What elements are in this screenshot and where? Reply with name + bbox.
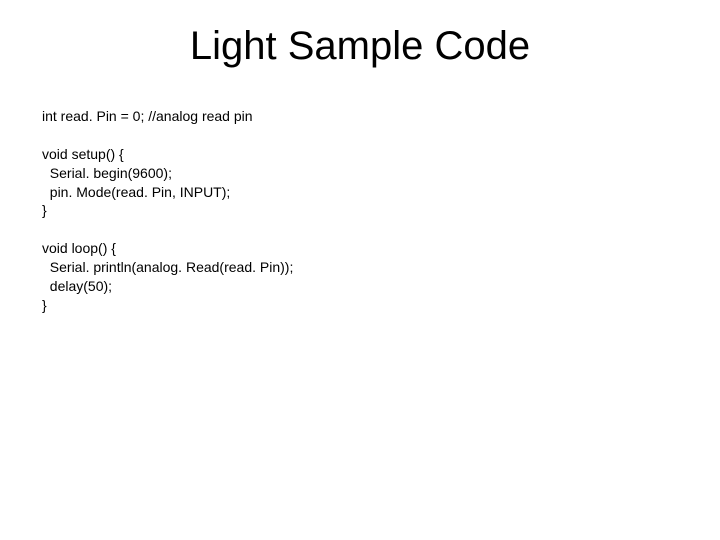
code-content: int read. Pin = 0; //analog read pin voi…	[0, 89, 720, 315]
slide-title: Light Sample Code	[0, 0, 720, 89]
slide: Light Sample Code int read. Pin = 0; //a…	[0, 0, 720, 540]
